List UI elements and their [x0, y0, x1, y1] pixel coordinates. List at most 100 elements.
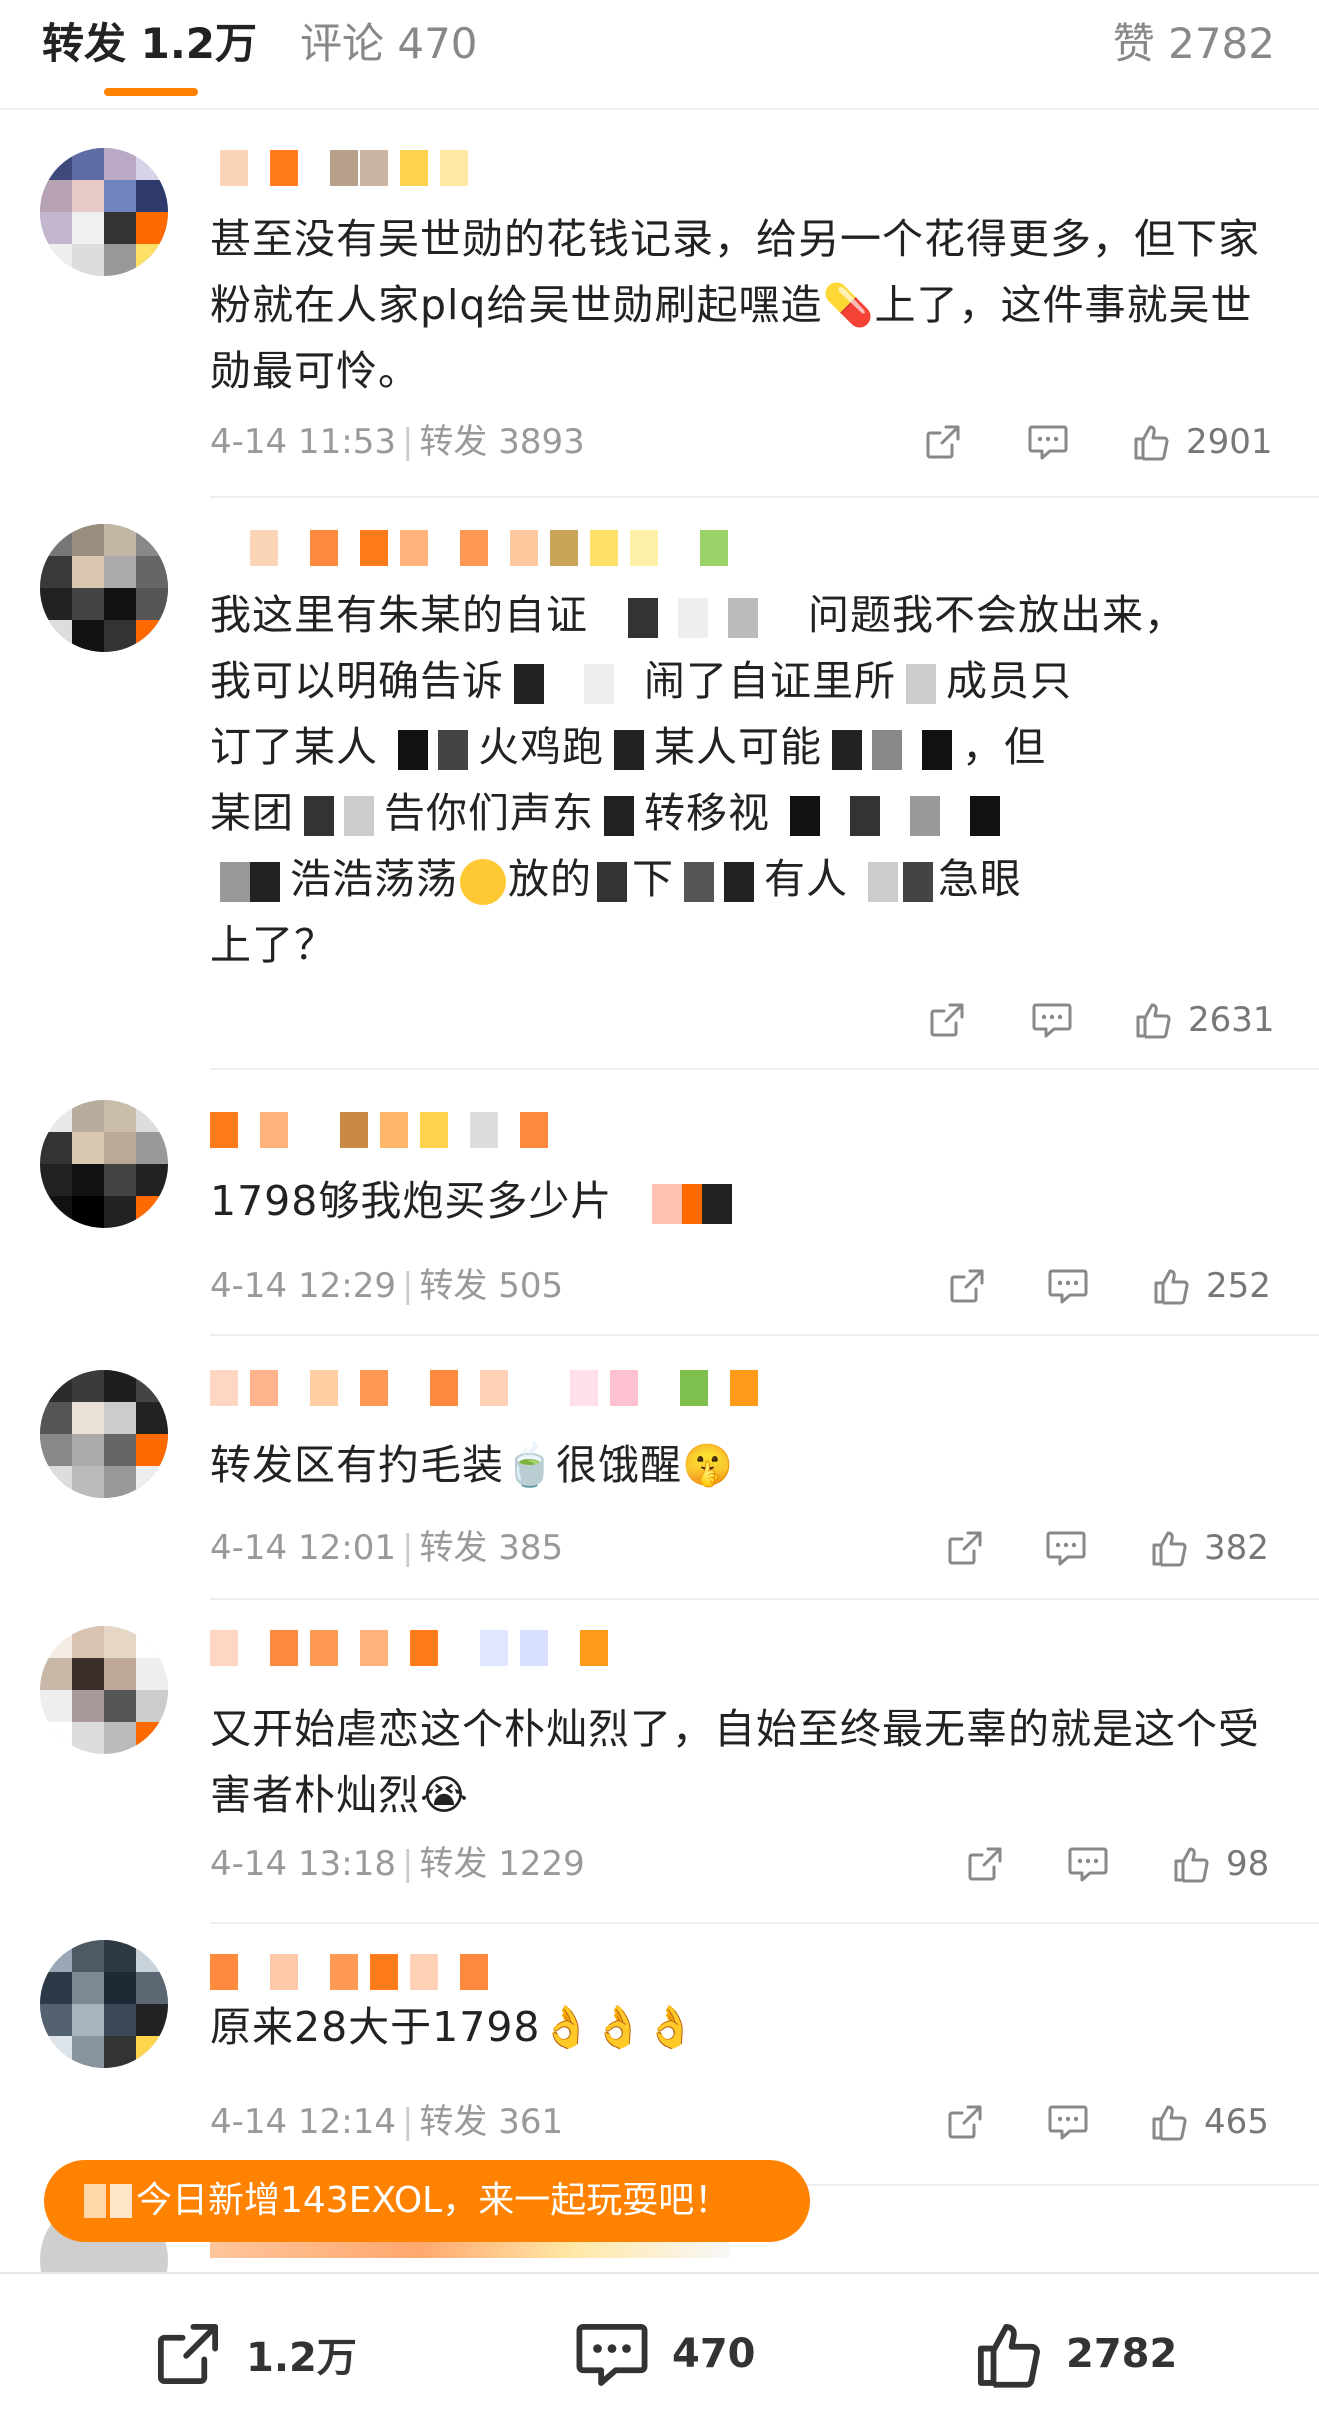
comment-repost-count[interactable]: 转发 505 [419, 1266, 563, 1306]
like-count: 2631 [1188, 1000, 1275, 1040]
new-fans-toast[interactable]: 今日新增143EXOL，来一起玩耍吧！ [44, 2160, 810, 2242]
like-button[interactable]: 2901 [1130, 420, 1273, 464]
share-button[interactable] [944, 1526, 986, 1570]
comment-icon [1028, 425, 1068, 460]
share-icon [926, 425, 960, 459]
comment-text: 转发区有扚毛装🍵很饿醒🤫 [210, 1441, 735, 1489]
avatar[interactable] [40, 148, 168, 276]
comment-item: 原来28大于1798👌👌👌 4-14 12:14 | 转发 361 465 [0, 1930, 1319, 2186]
repost-count: 1.2万 [246, 2335, 357, 2381]
divider [210, 1922, 1319, 1924]
text-line: 我可以明确告诉 闹了自证里所 成员只 [210, 657, 1072, 705]
username-blurred[interactable] [210, 1630, 610, 1666]
share-icon [948, 2105, 982, 2139]
like-count: 2901 [1186, 422, 1273, 462]
comment-repost-count[interactable]: 转发 1229 [419, 1844, 584, 1884]
like-button[interactable]: 2631 [1132, 998, 1275, 1042]
mosaic-redaction [896, 664, 946, 704]
share-button[interactable] [922, 420, 964, 464]
comment-item: 我这里有朱某的自证 问题我不会放出来， 我可以明确告诉 闹了自证里所 成员只 订了某人… [0, 510, 1319, 1070]
share-button[interactable] [926, 998, 968, 1042]
username-blurred[interactable] [210, 530, 770, 566]
like-count: 2782 [1066, 2331, 1178, 2377]
comment-repost-count[interactable]: 转发 3893 [419, 422, 584, 462]
like-button[interactable]: 465 [1148, 2100, 1269, 2144]
avatar[interactable] [40, 1940, 168, 2068]
avatar[interactable] [40, 524, 168, 652]
reply-button[interactable] [1044, 1526, 1088, 1570]
comment-repost-count[interactable]: 转发 385 [419, 1528, 563, 1568]
laughing-emoji-icon [460, 859, 506, 905]
active-tab-indicator [104, 88, 198, 96]
like-icon [977, 2323, 1040, 2388]
text-line: 订了某人 火鸡跑 某人可能 ，但 [210, 723, 1046, 771]
comment-item: 甚至没有吴世勋的花钱记录，给另一个花得更多，但下家粉就在人家plq给吴世勋刷起嘿… [0, 140, 1319, 500]
avatar[interactable] [40, 1370, 168, 1498]
comment-date: 4-14 12:01 [210, 1528, 396, 1568]
mosaic-redaction [674, 862, 764, 902]
like-icon [1154, 1269, 1189, 1305]
toast-text: 今日新增143EXOL，来一起玩耍吧！ [136, 2180, 731, 2221]
bottom-action-bar: 1.2万 470 2782 [0, 2272, 1319, 2432]
reply-button[interactable] [1026, 420, 1070, 464]
comment-date: 4-14 12:29 [210, 1266, 396, 1306]
reply-button[interactable] [1046, 1264, 1090, 1308]
avatar[interactable] [40, 1100, 168, 1228]
comment-button[interactable]: 470 [572, 2314, 756, 2394]
like-button[interactable]: 252 [1150, 1264, 1271, 1308]
comment-item: 1798够我炮买多少片 4-14 12:29 | 转发 505 252 [0, 1080, 1319, 1336]
comment-meta: 4-14 12:14 | 转发 361 [210, 2102, 564, 2142]
mosaic-redaction [604, 730, 654, 770]
comment-icon [1032, 1003, 1072, 1038]
comment-text: 又开始虐恋这个朴灿烈了，自始至终最无辜的就是这个受害者朴灿烈😭 [210, 1705, 1260, 1819]
share-button[interactable] [944, 2100, 986, 2144]
like-icon [1152, 1531, 1187, 1567]
repost-icon [157, 2323, 219, 2385]
like-button[interactable]: 98 [1170, 1842, 1269, 1886]
username-blurred[interactable] [210, 150, 510, 186]
reply-button[interactable] [1066, 1842, 1110, 1886]
comment-icon [1048, 2105, 1088, 2140]
text-line: 浩浩荡荡 放的下有人 急眼 [210, 846, 1279, 912]
repost-button[interactable]: 1.2万 [150, 2314, 357, 2394]
username-blurred[interactable] [210, 1112, 550, 1148]
divider [210, 1068, 1319, 1070]
avatar[interactable] [40, 1626, 168, 1754]
comment-meta: 4-14 12:01 | 转发 385 [210, 1528, 564, 1568]
mosaic-redaction [588, 598, 808, 638]
mosaic-redaction [210, 862, 290, 902]
comment-text: 我这里有朱某的自证 问题我不会放出来， 我可以明确告诉 闹了自证里所 成员只 订了某人… [210, 582, 1279, 978]
comment-meta: 4-14 12:29 | 转发 505 [210, 1266, 564, 1306]
username-blurred[interactable] [210, 1370, 770, 1406]
comment-date: 4-14 12:14 [210, 2102, 396, 2142]
like-button[interactable]: 382 [1148, 1526, 1269, 1570]
like-button[interactable]: 2782 [970, 2314, 1177, 2394]
comment-repost-count[interactable]: 转发 361 [419, 2102, 563, 2142]
comment-count: 470 [672, 2331, 756, 2377]
share-icon [930, 1003, 964, 1037]
mosaic-redaction [294, 796, 384, 836]
comment-item: 又开始虐恋这个朴灿烈了，自始至终最无辜的就是这个受害者朴灿烈😭 4-14 13:… [0, 1606, 1319, 1924]
comment-icon [1068, 1847, 1108, 1882]
username-blurred[interactable] [210, 1954, 540, 1990]
like-icon [1174, 1847, 1209, 1883]
text-line: 我这里有朱某的自证 问题我不会放出来， [210, 591, 1186, 639]
share-button[interactable] [946, 1264, 988, 1308]
comment-meta: 4-14 13:18 | 转发 1229 [210, 1844, 585, 1884]
mosaic-redaction [770, 796, 1010, 836]
tab-repost[interactable]: 转发 1.2万 [42, 16, 257, 72]
like-count: 465 [1204, 2102, 1269, 2142]
comment-text: 1798够我炮买多少片 [210, 1168, 1279, 1234]
text-line: 上了？ [210, 921, 336, 969]
like-count: 252 [1206, 1266, 1271, 1306]
mosaic-redaction [378, 730, 478, 770]
reply-button[interactable] [1046, 2100, 1090, 2144]
share-button[interactable] [964, 1842, 1006, 1886]
like-icon [1152, 2105, 1187, 2141]
like-count: 98 [1226, 1844, 1270, 1884]
tab-comment[interactable]: 评论 470 [300, 16, 478, 72]
comment-icon [576, 2323, 648, 2386]
reply-button[interactable] [1030, 998, 1074, 1042]
mosaic-redaction [612, 1184, 733, 1224]
tab-like[interactable]: 赞 2782 [1113, 16, 1275, 72]
